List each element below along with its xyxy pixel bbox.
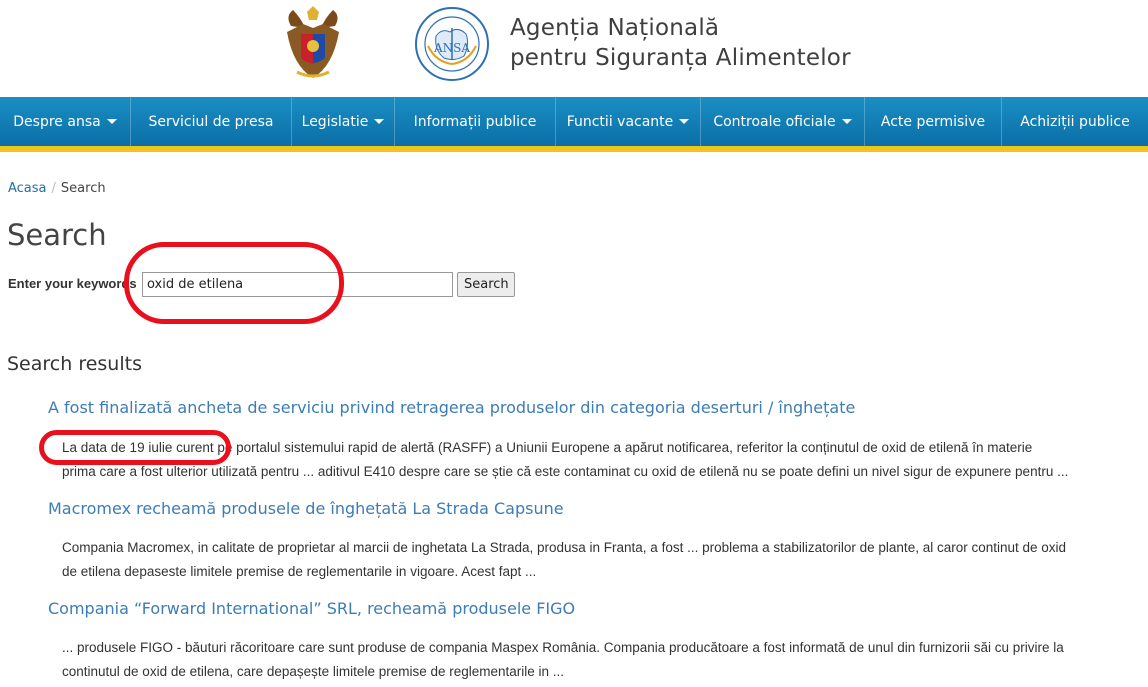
result-snippet-line: continutul de oxid de etilena, care depa… <box>62 664 565 679</box>
nav-item-label: Serviciul de presa <box>148 113 274 130</box>
result-snippet: Compania Macromex, in calitate de propri… <box>62 536 1148 584</box>
caret-down-icon <box>841 119 852 124</box>
breadcrumb-separator: / <box>51 181 56 196</box>
nav-item-legislatie[interactable]: Legislatie <box>292 97 395 146</box>
page: ANSA Agenția Națională pentru Siguranța … <box>0 0 1148 687</box>
nav-item-serviciul-de-presa[interactable]: Serviciul de presa <box>131 97 292 146</box>
seal-text: ANSA <box>433 41 470 55</box>
page-title: Search <box>7 218 107 252</box>
search-input[interactable] <box>142 272 453 297</box>
result-title-link[interactable]: A fost finalizată ancheta de serviciu pr… <box>48 398 855 417</box>
result-snippet-line: La data de 19 iulie curent pe portalul s… <box>62 440 1033 455</box>
keywords-label: Enter your keywords <box>8 276 137 291</box>
result-snippet-line: prima care a fost ulterior utilizată pen… <box>62 464 1069 479</box>
agency-name-line2[interactable]: pentru Siguranța Alimentelor <box>510 45 851 71</box>
nav-item-controale-oficiale[interactable]: Controale oficiale <box>701 97 865 146</box>
coat-of-arms-icon[interactable] <box>283 6 343 82</box>
nav-item-achizitii-publice[interactable]: Achiziții publice <box>1002 97 1148 146</box>
nav-item-label: Informații publice <box>413 113 537 130</box>
main-nav: Despre ansa Serviciul de presa Legislati… <box>0 97 1148 146</box>
caret-down-icon <box>374 119 385 124</box>
nav-item-label: Controale oficiale <box>713 113 836 130</box>
caret-down-icon <box>679 119 690 124</box>
result-title-link[interactable]: Macromex recheamă produsele de înghețată… <box>48 499 564 518</box>
breadcrumb: Acasa / Search <box>8 181 106 196</box>
nav-item-label: Legislatie <box>301 113 369 130</box>
result-snippet-line: Compania Macromex, in calitate de propri… <box>62 540 1067 555</box>
nav-item-label: Functii vacante <box>566 113 674 130</box>
search-results-heading: Search results <box>7 353 142 375</box>
result-snippet-line: ... produsele FIGO - băuturi răcoritoare… <box>62 640 1064 655</box>
breadcrumb-home-link[interactable]: Acasa <box>8 181 47 196</box>
result-snippet: La data de 19 iulie curent pe portalul s… <box>62 436 1148 484</box>
nav-item-despre-ansa[interactable]: Despre ansa <box>0 97 131 146</box>
nav-item-acte-permisive[interactable]: Acte permisive <box>865 97 1002 146</box>
caret-down-icon <box>106 119 117 124</box>
nav-item-informatii-publice[interactable]: Informații publice <box>395 97 556 146</box>
nav-item-label: Acte permisive <box>880 113 986 130</box>
site-header: ANSA Agenția Națională pentru Siguranța … <box>0 0 1148 97</box>
result-title-link[interactable]: Compania “Forward International” SRL, re… <box>48 599 575 618</box>
ansa-seal-icon[interactable]: ANSA <box>414 6 490 82</box>
nav-item-label: Despre ansa <box>13 113 101 130</box>
nav-accent-bar <box>0 146 1148 152</box>
breadcrumb-current: Search <box>60 181 106 196</box>
nav-item-label: Achiziții publice <box>1020 113 1130 130</box>
nav-item-functii-vacante[interactable]: Functii vacante <box>556 97 701 146</box>
result-snippet-line: de etilena depaseste limitele premise de… <box>62 564 537 579</box>
result-snippet: ... produsele FIGO - băuturi răcoritoare… <box>62 636 1148 684</box>
agency-name-line1[interactable]: Agenția Națională <box>510 15 719 41</box>
search-button[interactable]: Search <box>457 272 515 297</box>
